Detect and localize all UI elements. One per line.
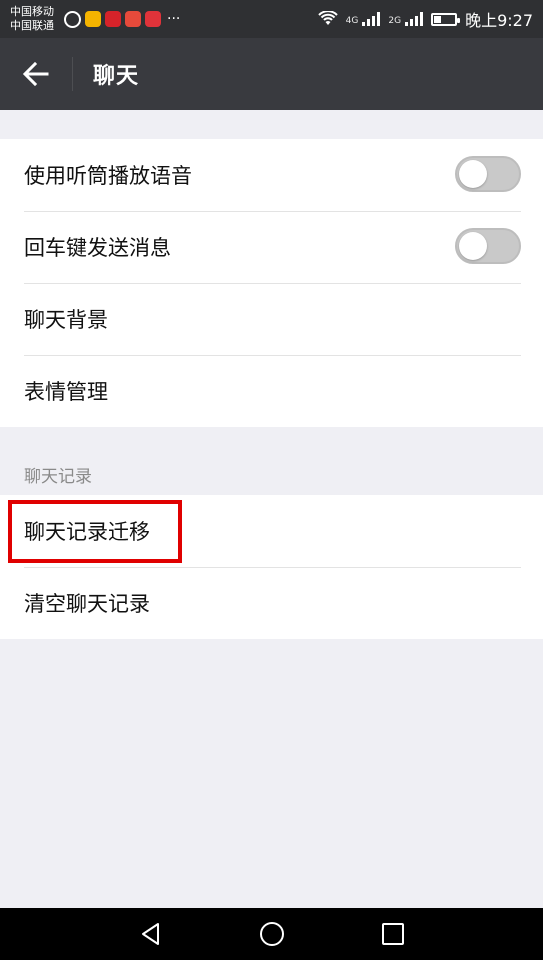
title-divider [72, 57, 73, 91]
status-left: 中国移动 中国联通 ··· [10, 5, 180, 33]
setting-enter-send-label: 回车键发送消息 [24, 236, 171, 260]
history-migrate[interactable]: 聊天记录迁移 [0, 495, 543, 567]
setting-chat-background[interactable]: 聊天背景 [0, 283, 543, 355]
setting-sticker-management-label: 表情管理 [24, 380, 108, 404]
status-bar: 中国移动 中国联通 ··· 4G 2G 晚上9:27 [0, 0, 543, 38]
triangle-back-icon [141, 923, 159, 945]
browser-app-icon [85, 11, 101, 27]
more-notifications-icon: ··· [167, 11, 181, 27]
settings-group: 使用听筒播放语音 回车键发送消息 聊天背景 表情管理 [0, 139, 543, 427]
arrow-left-icon [22, 61, 49, 87]
nav-recent-button[interactable] [373, 914, 413, 954]
signal-4g-icon: 4G [346, 12, 381, 26]
carrier-info: 中国移动 中国联通 [10, 5, 54, 33]
settings-content: 使用听筒播放语音 回车键发送消息 聊天背景 表情管理 聊天记录 聊天记录迁移 清… [0, 110, 543, 639]
setting-sticker-management[interactable]: 表情管理 [0, 355, 543, 427]
page-title: 聊天 [93, 64, 140, 89]
wifi-icon [317, 11, 338, 25]
battery-icon [431, 12, 461, 26]
news-app-icon [125, 11, 141, 27]
video-app-icon [105, 11, 121, 27]
history-migrate-label: 聊天记录迁移 [24, 520, 150, 544]
circle-home-icon [259, 922, 284, 946]
history-clear[interactable]: 清空聊天记录 [0, 567, 543, 639]
setting-enter-send[interactable]: 回车键发送消息 [0, 211, 543, 283]
screen: 中国移动 中国联通 ··· 4G 2G 晚上9:27 聊天 使用听筒播放语音 回… [0, 0, 543, 960]
setting-earpiece-voice-label: 使用听筒播放语音 [24, 164, 192, 188]
carrier-1: 中国移动 [10, 5, 54, 18]
setting-earpiece-voice[interactable]: 使用听筒播放语音 [0, 139, 543, 211]
red-app-icon [145, 11, 161, 27]
net-2g-label: 2G [388, 16, 402, 26]
signal-2g-icon: 2G [388, 12, 424, 26]
history-group: 聊天记录迁移 清空聊天记录 [0, 495, 543, 639]
back-button[interactable] [0, 38, 72, 110]
nav-home-button[interactable] [252, 914, 292, 954]
history-section-header: 聊天记录 [24, 467, 92, 487]
nav-bar [0, 908, 543, 960]
earpiece-voice-toggle[interactable] [455, 156, 521, 192]
nav-back-button[interactable] [131, 914, 171, 954]
status-time: 晚上9:27 [465, 11, 533, 30]
history-clear-label: 清空聊天记录 [24, 592, 150, 616]
status-right: 4G 2G 晚上9:27 [317, 7, 533, 31]
carrier-2: 中国联通 [10, 19, 54, 32]
setting-chat-background-label: 聊天背景 [24, 308, 108, 332]
k-app-icon [64, 10, 81, 28]
title-bar: 聊天 [0, 38, 543, 110]
enter-send-toggle[interactable] [455, 228, 521, 264]
square-recent-icon [381, 923, 404, 945]
net-4g-label: 4G [345, 16, 359, 26]
top-spacer [0, 110, 543, 139]
